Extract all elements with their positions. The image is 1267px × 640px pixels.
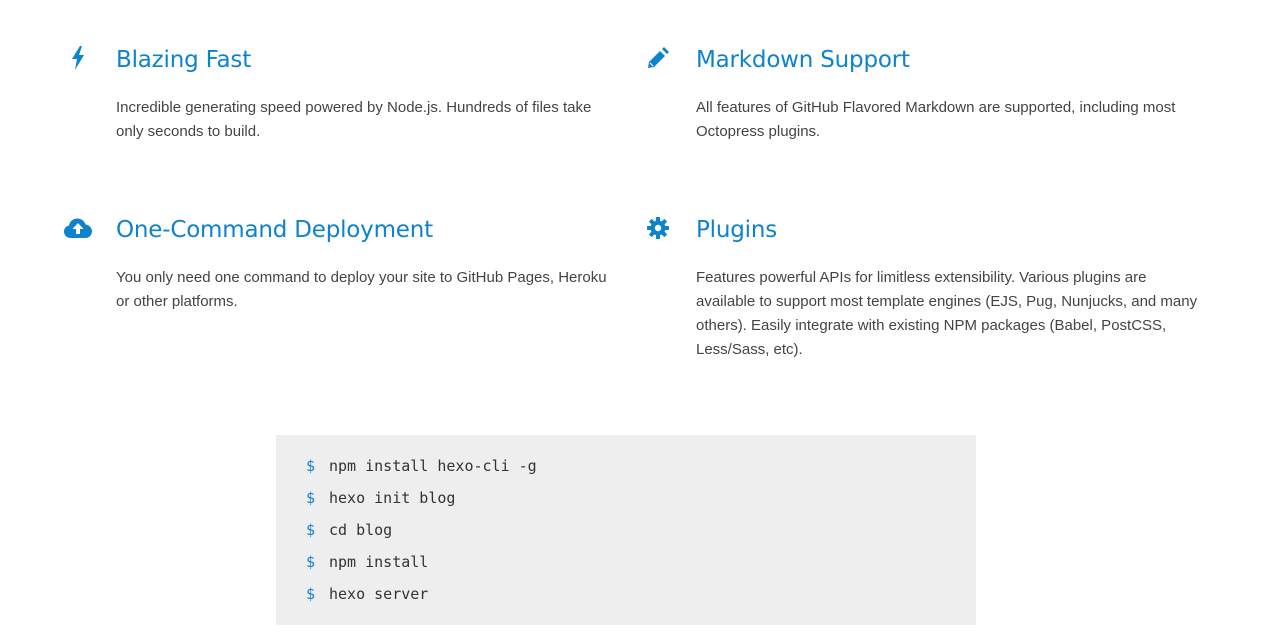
feature-title: One-Command Deployment: [116, 217, 433, 243]
feature-description: You only need one command to deploy your…: [116, 269, 607, 310]
feature-markdown-support: Markdown Support All features of GitHub …: [648, 46, 1206, 144]
install-terminal: $ npm install hexo-cli -g $ hexo init blog…: [276, 435, 976, 625]
prompt-symbol: $: [306, 457, 316, 475]
feature-title: Markdown Support: [696, 47, 910, 73]
bolt-icon: [64, 44, 92, 72]
feature-plugins: Plugins Features powerful APIs for limit…: [647, 216, 1206, 362]
terminal-line: $ npm install hexo-cli -g: [306, 453, 976, 485]
prompt-symbol: $: [306, 553, 316, 571]
terminal-command: npm install: [329, 553, 429, 571]
gear-icon: [644, 214, 672, 242]
feature-description: Features powerful APIs for limitless ext…: [696, 269, 1198, 358]
terminal-command: hexo server: [329, 585, 429, 603]
cloud-upload-icon: [64, 214, 92, 242]
pencil-icon: [644, 44, 672, 72]
feature-blazing-fast: Blazing Fast Incredible generating speed…: [72, 46, 616, 144]
terminal-line: $ hexo server: [306, 581, 976, 613]
terminal-line: $ hexo init blog: [306, 485, 976, 517]
terminal-command: npm install hexo-cli -g: [329, 457, 537, 475]
feature-description: All features of GitHub Flavored Markdown…: [696, 99, 1176, 140]
terminal-line: $ npm install: [306, 549, 976, 581]
feature-one-command-deployment: One-Command Deployment You only need one…: [64, 216, 616, 314]
prompt-symbol: $: [306, 489, 316, 507]
prompt-symbol: $: [306, 521, 316, 539]
terminal-line: $ cd blog: [306, 517, 976, 549]
terminal-command: cd blog: [329, 521, 393, 539]
terminal-command: hexo init blog: [329, 489, 456, 507]
feature-title: Blazing Fast: [116, 47, 252, 73]
feature-title: Plugins: [696, 217, 777, 243]
prompt-symbol: $: [306, 585, 316, 603]
feature-description: Incredible generating speed powered by N…: [116, 99, 592, 140]
